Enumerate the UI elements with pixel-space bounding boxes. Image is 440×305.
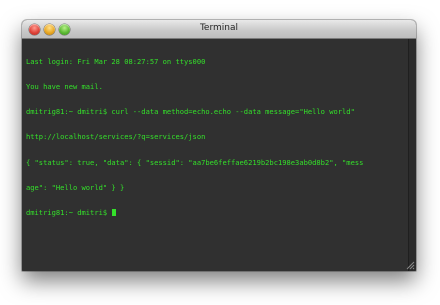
text-cursor bbox=[112, 209, 117, 217]
title-bar[interactable]: Terminal bbox=[22, 20, 416, 39]
terminal-line: http://localhost/services/?q=services/js… bbox=[26, 132, 206, 142]
terminal-output[interactable]: Last login: Fri Mar 28 08:27:57 on ttys0… bbox=[22, 39, 408, 271]
terminal-prompt: dmitrig81:~ dmitri$ bbox=[26, 208, 112, 218]
window-title: Terminal bbox=[199, 23, 239, 33]
terminal-prompt-line: dmitrig81:~ dmitri$ bbox=[26, 208, 408, 218]
terminal-window: Terminal Last login: Fri Mar 28 08:27:57… bbox=[22, 20, 416, 271]
terminal-line: You have new mail. bbox=[26, 82, 103, 92]
desktop: Terminal Last login: Fri Mar 28 08:27:57… bbox=[0, 0, 440, 305]
resize-grip-icon[interactable] bbox=[405, 260, 415, 270]
vertical-scrollbar[interactable] bbox=[405, 39, 416, 271]
terminal-line: { "status": true, "data": { "sessid": "a… bbox=[26, 157, 364, 167]
terminal-line: Last login: Fri Mar 28 08:27:57 on ttys0… bbox=[26, 56, 206, 66]
terminal-line: dmitrig81:~ dmitri$ curl --data method=e… bbox=[26, 107, 355, 117]
terminal-line: age": "Hello world" } } bbox=[26, 182, 125, 192]
